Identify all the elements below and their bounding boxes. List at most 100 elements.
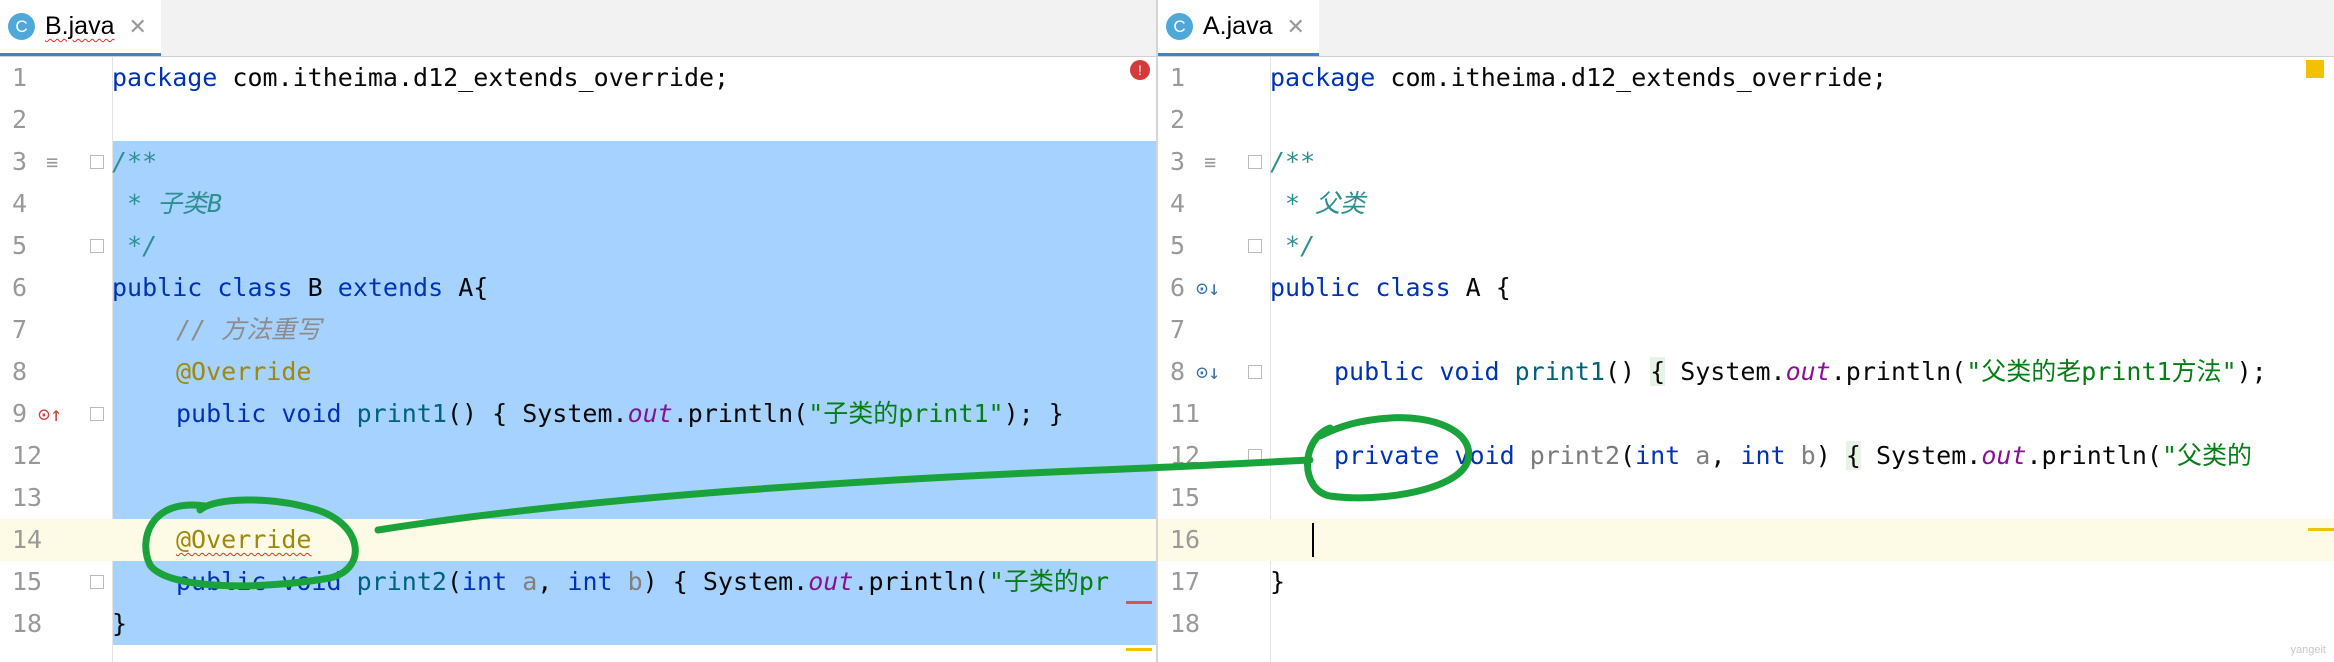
code-token: () { System. [446,399,628,428]
code-token: // 方法重写 [176,315,322,344]
doc-render-icon[interactable]: ≡ [46,141,58,183]
code-token: extends [337,273,459,302]
fold-marker-icon[interactable] [90,575,104,589]
code-text: /** [1270,141,1315,183]
code-token: int [462,567,523,596]
line-number: 8 [12,357,28,386]
close-icon[interactable]: ✕ [1286,14,1304,40]
line-number: 3 [1170,147,1186,176]
is-overridden-icon[interactable]: ⊙↓ [1196,351,1220,393]
error-stripe-mark[interactable] [1126,601,1152,604]
code-token: com.itheima.d12_extends_override; [1375,63,1888,92]
code-token: int [1635,441,1696,470]
code-token: } [112,609,128,638]
code-token: int [1740,441,1801,470]
code-token: b [1800,441,1816,470]
code-line[interactable]: 4 * 子类B [0,183,1156,225]
code-line[interactable]: 15 [1158,477,2334,519]
code-text: public void print2(int a, int b) { Syste… [176,561,1109,603]
line-number: 9 [12,399,28,428]
code-token: public class [1270,273,1466,302]
fold-marker-icon[interactable] [1248,155,1262,169]
code-line[interactable]: 18} [0,603,1156,645]
code-line[interactable]: 5 */ [0,225,1156,267]
text-caret [1312,523,1314,557]
code-line[interactable]: 12 [0,435,1156,477]
line-number: 7 [12,315,28,344]
doc-render-icon[interactable]: ≡ [1204,141,1216,183]
code-token: a [522,567,538,596]
code-token: , [537,567,568,596]
code-token: */ [112,231,158,260]
code-line[interactable]: 2 [0,99,1156,141]
code-line[interactable]: 12 private void print2(int a, int b) { Sy… [1158,435,2334,477]
code-line[interactable]: 18 [1158,603,2334,645]
is-overridden-icon[interactable]: ⊙↓ [1196,267,1220,309]
line-number: 18 [12,609,43,638]
fold-marker-icon[interactable] [1248,365,1262,379]
warning-stripe-mark[interactable] [1126,648,1152,651]
overrides-method-icon[interactable]: ⊙↑ [38,393,62,435]
code-token: B [307,273,338,302]
fold-marker-icon[interactable] [90,239,104,253]
code-token: */ [1270,231,1316,260]
tab-label: B.java [45,12,115,40]
code-token: com.itheima.d12_extends_override; [217,63,730,92]
code-token: print1 [1514,357,1605,386]
code-line[interactable]: 14 @Override [0,519,1156,561]
warning-stripe-mark[interactable] [2308,528,2334,531]
code-line[interactable]: 1 package com.itheima.d12_extends_overrid… [0,57,1156,99]
code-line[interactable]: 6 public class A { [1158,267,2334,309]
code-line[interactable]: 17} [1158,561,2334,603]
fold-marker-icon[interactable] [1248,449,1262,463]
code-line[interactable]: 11 [1158,393,2334,435]
code-token: a [1695,441,1711,470]
code-token: ); } [1003,399,1064,428]
code-line[interactable]: 3 /** [1158,141,2334,183]
code-token: ( [446,567,462,596]
code-line[interactable]: 8 @Override [0,351,1156,393]
tab-b-java[interactable]: C B.java ✕ [0,0,161,56]
code-token: ( [1620,441,1636,470]
tab-a-java[interactable]: C A.java ✕ [1158,0,1319,56]
line-number: 17 [1170,567,1201,596]
code-line[interactable]: 7 [1158,309,2334,351]
code-editor[interactable]: 1 package com.itheima.d12_extends_overrid… [0,57,1156,662]
fold-marker-icon[interactable] [1248,239,1262,253]
tab-bar: C A.java ✕ [1158,0,2334,57]
code-line[interactable]: 8 public void print1() { System.out.print… [1158,351,2334,393]
fold-marker-icon[interactable] [90,407,104,421]
code-token: .println( [853,567,989,596]
line-number: 15 [12,567,43,596]
code-text: public class B extends A{ [112,267,488,309]
line-number: 1 [1170,63,1186,92]
code-line[interactable]: 2 [1158,99,2334,141]
fold-marker-icon[interactable] [90,155,104,169]
code-line[interactable]: 7 // 方法重写 [0,309,1156,351]
code-token: public void [176,567,357,596]
warning-indicator-icon[interactable] [2306,60,2324,78]
close-icon[interactable]: ✕ [128,14,146,40]
code-line[interactable]: 15 public void print2(int a, int b) { Sys… [0,561,1156,603]
code-line[interactable]: 4 * 父类 [1158,183,2334,225]
code-token: , [1710,441,1741,470]
code-token: .println( [1830,357,1967,386]
code-token: { [1650,357,1666,386]
code-line[interactable]: 13 [0,477,1156,519]
editor-pane-a-java: C A.java ✕ 1 package com.itheima.d12_exte… [1158,0,2334,662]
code-token: @Override [176,525,312,554]
code-text: private void print2(int a, int b) { Syst… [1334,435,2252,477]
code-editor[interactable]: 1 package com.itheima.d12_extends_overrid… [1158,57,2334,662]
code-line[interactable]: 5 */ [1158,225,2334,267]
code-token: .println( [2026,441,2162,470]
code-line[interactable]: 3 /** [0,141,1156,183]
code-line[interactable]: 16 [1158,519,2334,561]
code-token: public void [1334,357,1515,386]
code-line[interactable]: 6 public class B extends A{ [0,267,1156,309]
code-line[interactable]: 1 package com.itheima.d12_extends_overrid… [1158,57,2334,99]
line-number: 16 [1170,525,1201,554]
code-token: "子类的print1" [808,399,1004,428]
code-token: out [1981,441,2027,470]
error-indicator-icon[interactable]: ! [1130,60,1150,80]
code-line[interactable]: 9 public void print1() { System.out.print… [0,393,1156,435]
